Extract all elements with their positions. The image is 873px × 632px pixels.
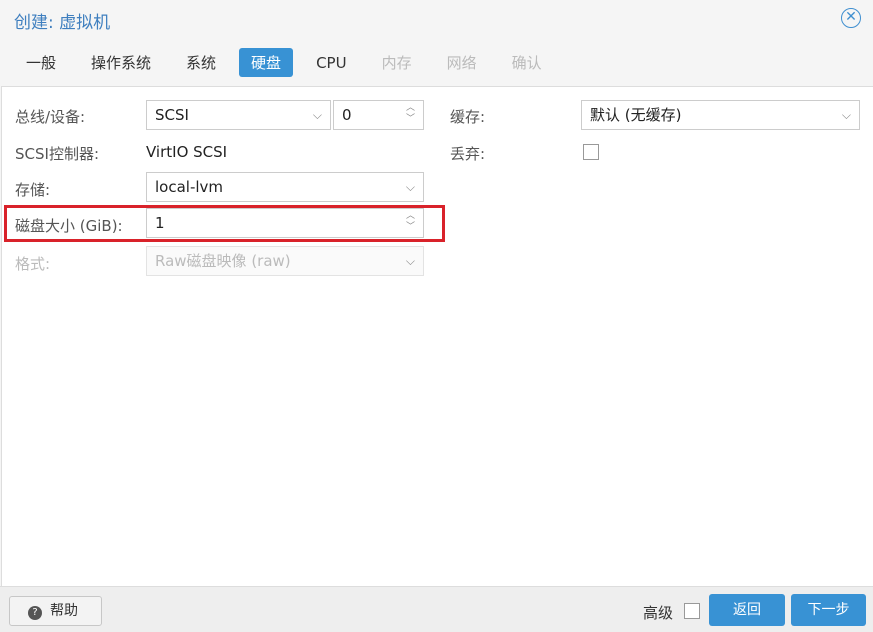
tab-cpu[interactable]: CPU: [304, 48, 359, 77]
highlight-box: [4, 205, 445, 242]
controller-value: VirtIO SCSI: [146, 143, 228, 161]
disk-form-panel: [1, 86, 873, 586]
next-button[interactable]: 下一步: [791, 594, 866, 626]
storage-label: 存储:: [15, 181, 51, 199]
tab-disk[interactable]: 硬盘: [239, 48, 294, 77]
help-button[interactable]: ? 帮助: [9, 596, 102, 626]
cache-label: 缓存:: [450, 108, 486, 126]
bus-label: 总线/设备:: [15, 108, 86, 126]
format-select: Raw磁盘映像 (raw) ⌵: [146, 246, 424, 276]
tab-bar: 一般 操作系统 系统 硬盘 CPU 内存 网络 确认: [14, 48, 565, 77]
back-button[interactable]: 返回: [709, 594, 785, 626]
chevron-down-icon: ⌵: [312, 108, 322, 122]
format-label: 格式:: [15, 255, 51, 273]
discard-checkbox[interactable]: [583, 144, 599, 160]
tab-memory: 内存: [381, 54, 412, 72]
footer: ? 帮助 高级 返回 下一步: [0, 586, 873, 632]
chevron-down-icon: ⌵: [841, 108, 851, 122]
tab-network: 网络: [446, 54, 477, 72]
tab-os[interactable]: 操作系统: [79, 48, 163, 77]
cache-select[interactable]: 默认 (无缓存) ⌵: [581, 100, 860, 130]
controller-label: SCSI控制器:: [15, 145, 99, 163]
close-icon[interactable]: ✕: [841, 8, 861, 28]
tab-general[interactable]: 一般: [14, 48, 68, 77]
spinner-icon[interactable]: ︿ ﹀: [406, 103, 415, 125]
help-icon: ?: [28, 606, 42, 620]
tab-confirm: 确认: [511, 54, 542, 72]
chevron-down-icon: ⌵: [405, 254, 415, 268]
tab-system[interactable]: 系统: [174, 48, 228, 77]
chevron-down-icon: ⌵: [405, 180, 415, 194]
device-stepper[interactable]: 0 ︿ ﹀: [333, 100, 424, 130]
storage-select[interactable]: local-lvm ⌵: [146, 172, 424, 202]
discard-label: 丢弃:: [450, 145, 486, 163]
advanced-label: 高级: [643, 604, 674, 622]
bus-select[interactable]: SCSI ⌵: [146, 100, 331, 130]
advanced-checkbox[interactable]: [684, 603, 700, 619]
window-title: 创建: 虚拟机: [14, 13, 111, 33]
